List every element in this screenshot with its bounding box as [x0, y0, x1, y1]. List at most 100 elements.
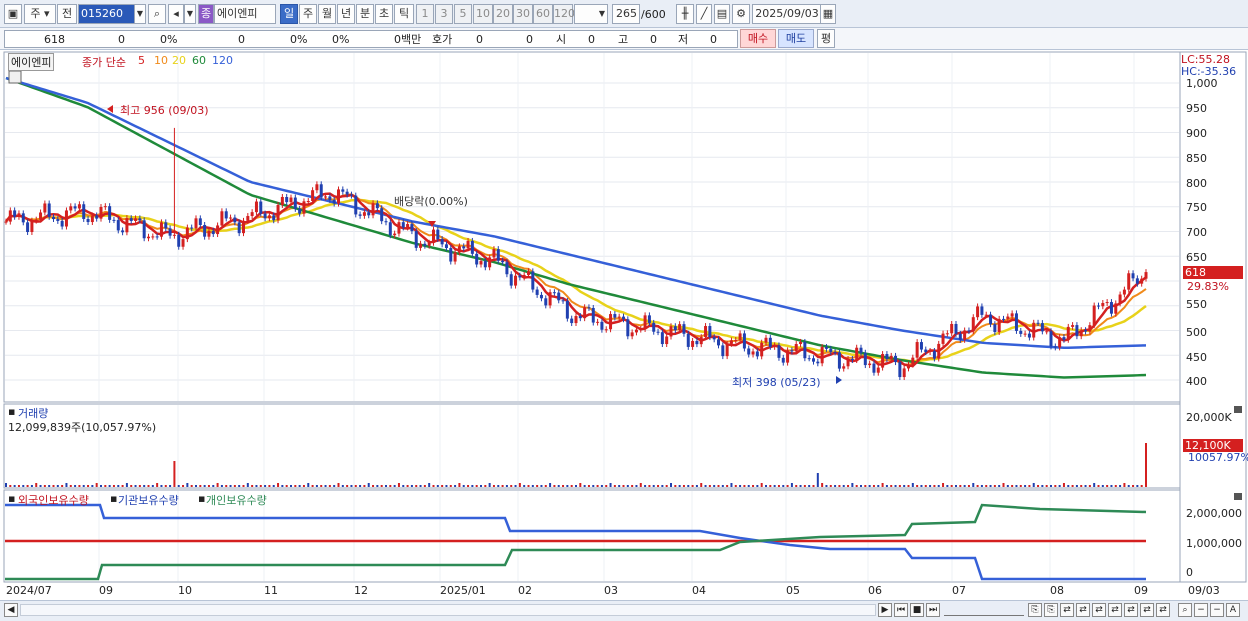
tool-icon-5[interactable]: ⇄ [1092, 603, 1106, 617]
zoom-out-icon[interactable]: − [1194, 603, 1208, 617]
volume-bar [445, 485, 448, 487]
ma5-label[interactable]: 5 [138, 54, 145, 67]
volume-close-icon[interactable] [1234, 406, 1242, 413]
drawing-tool-icon[interactable]: ╱ [696, 4, 712, 24]
volume-bar [17, 485, 20, 487]
candle-body [406, 224, 410, 228]
stop-icon[interactable]: ■ [910, 603, 924, 617]
scroll-right-icon[interactable]: ▶ [878, 603, 892, 617]
rewind-icon[interactable]: ⏮ [894, 603, 908, 617]
y-tick: 450 [1186, 351, 1207, 364]
interval-60-button[interactable]: 60 [533, 4, 553, 24]
code-input[interactable]: 015260 [78, 4, 136, 24]
volume-y-tick: 20,000K [1186, 411, 1232, 424]
volume-bar [894, 485, 897, 487]
interval-1-button[interactable]: 1 [416, 4, 434, 24]
tool-icon-6[interactable]: ⇄ [1108, 603, 1122, 617]
ma60-label[interactable]: 60 [192, 54, 206, 67]
speaker-dropdown-icon[interactable]: ▼ [184, 4, 196, 24]
save-icon[interactable]: ▤ [714, 4, 730, 24]
legend-individual[interactable]: 개인보유수량 [206, 492, 267, 508]
count-input[interactable]: 265 [612, 4, 640, 24]
period-minute-button[interactable]: 분 [356, 4, 374, 24]
x-tick: 08 [1050, 584, 1064, 597]
ma10-label[interactable]: 10 [154, 54, 168, 67]
period-month-button[interactable]: 월 [318, 4, 336, 24]
legend-foreign[interactable]: 외국인보유수량 [18, 492, 89, 508]
holding-close-icon[interactable] [1234, 493, 1242, 500]
interval-30-button[interactable]: 30 [513, 4, 533, 24]
ma120-label[interactable]: 120 [212, 54, 233, 67]
candle-body [95, 215, 99, 219]
buy-button[interactable]: 매수 [740, 29, 776, 48]
candle-body [544, 298, 548, 306]
interval-120-button[interactable]: 120 [553, 4, 575, 24]
period-tick-button[interactable]: 틱 [394, 4, 414, 24]
interval-5-button[interactable]: 5 [454, 4, 472, 24]
calendar-icon[interactable]: ▦ [820, 4, 836, 24]
candle-body [889, 355, 893, 360]
period-week-button[interactable]: 주 [299, 4, 317, 24]
interval-dropdown[interactable]: ▼ [574, 4, 608, 24]
volume-bar [501, 485, 504, 487]
volume-bar [138, 485, 141, 487]
tool-icon-7[interactable]: ⇄ [1124, 603, 1138, 617]
settings-gear-icon[interactable]: ⚙ [732, 4, 750, 24]
volume-bar [87, 485, 90, 487]
forward-icon[interactable]: ⏭ [926, 603, 940, 617]
zoom-slider[interactable] [944, 606, 1024, 616]
volume-bar [622, 485, 625, 487]
speaker-icon[interactable]: ◂ [168, 4, 184, 24]
interval-10-button[interactable]: 10 [473, 4, 493, 24]
candle-body [747, 348, 751, 355]
tool-icon-1[interactable]: ⎘ [1028, 603, 1042, 617]
tool-icon-8[interactable]: ⇄ [1140, 603, 1154, 617]
volume-bar [674, 485, 677, 487]
period-second-button[interactable]: 초 [375, 4, 393, 24]
average-button[interactable]: 평 [817, 29, 835, 48]
tool-icon-2[interactable]: ⎘ [1044, 603, 1058, 617]
legend-institution[interactable]: 기관보유수량 [118, 492, 179, 508]
candle-type-icon[interactable]: ╫ [676, 4, 694, 24]
sell-button[interactable]: 매도 [778, 29, 814, 48]
price-panel-title[interactable]: 에이엔피 [8, 53, 55, 71]
volume-bar [799, 485, 802, 487]
search-icon[interactable]: ⌕ [148, 4, 166, 24]
scroll-left-icon[interactable]: ◀ [4, 603, 18, 617]
all-toggle[interactable]: 전 [57, 4, 77, 24]
candle-body [306, 201, 310, 203]
candle-body [937, 343, 941, 359]
panel-table-icon[interactable] [8, 70, 22, 84]
horizontal-scrollbar[interactable] [20, 604, 876, 616]
volume-bar [972, 483, 975, 487]
code-dropdown-icon[interactable]: ▼ [134, 4, 146, 24]
font-size-icon[interactable]: A [1226, 603, 1240, 617]
date-input[interactable]: 2025/09/03 [752, 4, 822, 24]
market-select[interactable]: 주 ▾ [24, 4, 56, 24]
tool-icon-9[interactable]: ⇄ [1156, 603, 1170, 617]
period-day-button[interactable]: 일 [280, 4, 298, 24]
zoom-icon[interactable]: ⌕ [1178, 603, 1192, 617]
ma20-label[interactable]: 20 [172, 54, 186, 67]
volume-bar [285, 485, 288, 487]
candle-body [375, 203, 379, 209]
candle-body [820, 347, 824, 364]
screen-menu-icon[interactable]: ▣ [4, 4, 22, 24]
high-annotation: 최고 956 (09/03) [120, 104, 209, 117]
candle-body [483, 261, 487, 268]
volume-bar [134, 485, 137, 487]
period-year-button[interactable]: 년 [337, 4, 355, 24]
volume-bar [385, 485, 387, 487]
volume-bar [505, 485, 508, 487]
volume-bar [575, 485, 577, 487]
stock-chart[interactable] [0, 50, 1248, 600]
tool-icon-4[interactable]: ⇄ [1076, 603, 1090, 617]
interval-3-button[interactable]: 3 [435, 4, 453, 24]
candle-body [989, 314, 993, 325]
tool-icon-3[interactable]: ⇄ [1060, 603, 1074, 617]
interval-20-button[interactable]: 20 [493, 4, 513, 24]
stock-name-field[interactable]: 에이엔피 [214, 4, 276, 24]
volume-bar [307, 483, 310, 487]
current-price: 618 [44, 33, 65, 46]
minus-icon[interactable]: − [1210, 603, 1224, 617]
